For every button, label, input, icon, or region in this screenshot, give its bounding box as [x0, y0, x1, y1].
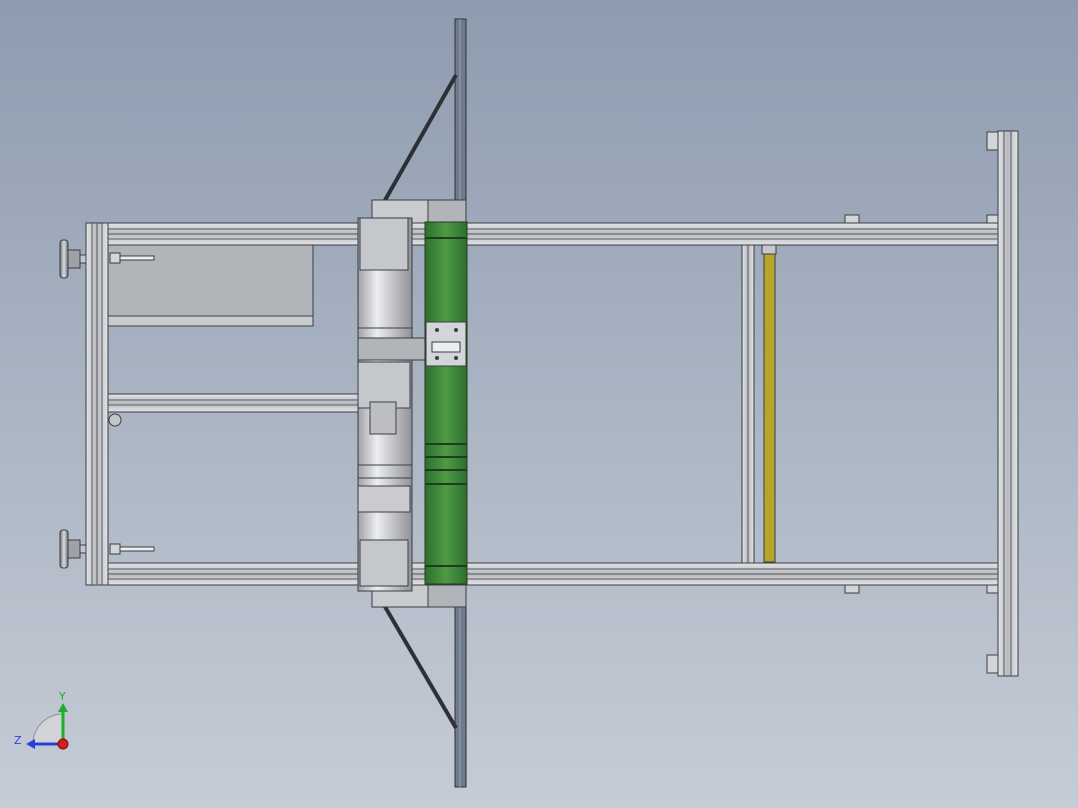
- triad-z-arrow-icon: [26, 739, 35, 749]
- triad-y-arrow-icon: [58, 703, 68, 712]
- middle-cross-rail[interactable]: [107, 393, 361, 427]
- cad-graphics-viewport[interactable]: Y Z: [0, 0, 1078, 808]
- coordinate-triad: Y Z: [14, 690, 69, 750]
- triad-y-label: Y: [58, 690, 66, 703]
- triad-x-axis-dot: [57, 738, 69, 750]
- yellow-guide-strip[interactable]: [761, 244, 777, 563]
- top-frame-rail[interactable]: [85, 222, 999, 246]
- left-frame-post[interactable]: [85, 222, 109, 586]
- right-end-beam[interactable]: [997, 130, 1019, 677]
- drive-motor-housing[interactable]: [357, 217, 431, 592]
- bottom-frame-rail[interactable]: [85, 562, 999, 586]
- triad-z-label: Z: [14, 734, 22, 747]
- right-inner-post[interactable]: [741, 244, 755, 564]
- assembly-model-view[interactable]: Y Z: [0, 0, 1078, 808]
- green-roller[interactable]: [424, 221, 468, 585]
- beam-brackets: [844, 131, 999, 674]
- roller-coupling-bracket[interactable]: [425, 321, 467, 367]
